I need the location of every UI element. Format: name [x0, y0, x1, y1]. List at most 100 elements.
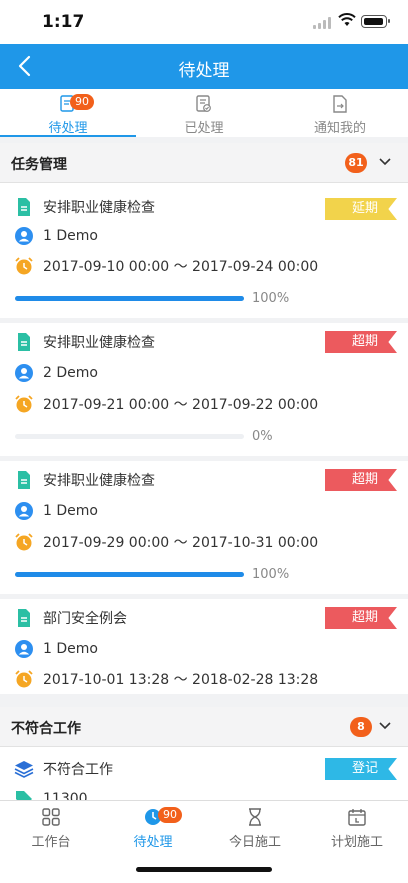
- document-icon: [18, 333, 30, 351]
- status-bar: 1:17: [0, 0, 408, 44]
- hourglass-icon: [249, 808, 261, 826]
- bottom-tab-label: 工作台: [31, 835, 71, 850]
- nonconform-title: 不符合工作: [43, 762, 113, 778]
- status-tag-label: 超期: [351, 610, 378, 625]
- calendar-icon: [348, 809, 366, 826]
- task-title: 部门安全例会: [43, 611, 127, 627]
- nonconform-title-row: 不符合工作: [14, 758, 113, 780]
- nonconform-code-row: 11300: [14, 788, 88, 800]
- bottom-tab-planned-construction[interactable]: 计划施工: [306, 801, 408, 859]
- tab-pending[interactable]: 90 待处理: [0, 89, 136, 137]
- task-time-range: 2017-09-29 00:00 ～ 2017-10-31 00:00: [43, 535, 319, 551]
- progress-bar: [15, 296, 244, 301]
- user-icon: [15, 640, 33, 658]
- alarm-clock-icon: [15, 395, 33, 413]
- nonconform-card[interactable]: 不符合工作 登记 11300: [0, 748, 408, 800]
- task-card[interactable]: 安排职业健康检查 超期 1 Demo 2017-09-29 00:00 ～ 20…: [0, 461, 408, 594]
- tab-label: 通知我的: [313, 121, 366, 136]
- user-icon: [15, 364, 33, 382]
- tab-label: 待处理: [48, 121, 88, 136]
- status-tag: 超期: [325, 331, 397, 353]
- task-assignee-row: 2 Demo: [14, 362, 98, 384]
- progress-fill: [15, 296, 244, 301]
- task-card[interactable]: 安排职业健康检查 超期 2 Demo 2017-09-21 00:00 ～ 20…: [0, 323, 408, 456]
- tag-icon: [16, 791, 32, 800]
- bottom-tab-label: 待处理: [133, 835, 173, 850]
- status-tag-label: 登记: [351, 761, 378, 776]
- task-assignee-row: 1 Demo: [14, 638, 98, 660]
- user-icon: [15, 227, 33, 245]
- progress-label: 100%: [252, 567, 290, 582]
- chevron-down-icon[interactable]: [378, 721, 392, 731]
- home-indicator: [136, 867, 272, 872]
- progress-label: 0%: [252, 429, 273, 444]
- task-assignee: 1 Demo: [43, 503, 98, 519]
- document-check-icon: [196, 95, 211, 112]
- task-card[interactable]: 安排职业健康检查 延期 1 Demo 2017-09-10 00:00 ～ 20…: [0, 184, 408, 318]
- status-tag: 超期: [325, 469, 397, 491]
- divider: [0, 694, 408, 707]
- bottom-tab-badge: 90: [158, 807, 182, 823]
- task-time-range: 2017-10-01 13:28 ～ 2018-02-28 13:28: [43, 672, 319, 688]
- alarm-clock-icon: [15, 533, 33, 551]
- progress-bar: [15, 434, 244, 439]
- tab-label: 已处理: [184, 121, 224, 136]
- section-title: 任务管理: [11, 157, 67, 173]
- page-title: 待处理: [178, 61, 230, 81]
- task-time-range: 2017-09-10 00:00 ～ 2017-09-24 00:00: [43, 259, 319, 275]
- status-tag: 超期: [325, 607, 397, 629]
- layers-icon: [14, 761, 34, 778]
- task-time-row: 2017-10-01 13:28 ～ 2018-02-28 13:28: [14, 668, 318, 690]
- task-assignee: 1 Demo: [43, 228, 98, 244]
- task-assignee-row: 1 Demo: [14, 500, 98, 522]
- section-header-nonconform[interactable]: 不符合工作 8: [0, 707, 408, 747]
- user-icon: [15, 502, 33, 520]
- bottom-tab-label: 计划施工: [330, 835, 383, 850]
- task-title-row: 安排职业健康检查: [14, 196, 155, 218]
- task-time-row: 2017-09-10 00:00 ～ 2017-09-24 00:00: [14, 255, 318, 277]
- task-title-row: 安排职业健康检查: [14, 331, 155, 353]
- tab-processed[interactable]: 已处理: [136, 89, 272, 137]
- bottom-tab-today-construction[interactable]: 今日施工: [204, 801, 306, 859]
- section-count-badge: 81: [345, 153, 367, 173]
- status-tag: 登记: [325, 758, 397, 780]
- nav-bar: 待处理: [0, 44, 408, 89]
- status-tag-label: 超期: [351, 334, 378, 349]
- section-header-task-mgmt[interactable]: 任务管理 81: [0, 143, 408, 183]
- progress-fill: [15, 572, 244, 577]
- task-time-range: 2017-09-21 00:00 ～ 2017-09-22 00:00: [43, 397, 319, 413]
- progress-bar: [15, 572, 244, 577]
- top-tabs: 90 待处理 已处理 通知我的: [0, 89, 408, 137]
- task-title-row: 安排职业健康检查: [14, 469, 155, 491]
- wifi-icon: [338, 13, 356, 26]
- task-assignee: 2 Demo: [43, 365, 98, 381]
- section-title: 不符合工作: [11, 721, 81, 737]
- bottom-tab-label: 今日施工: [228, 835, 281, 850]
- task-assignee: 1 Demo: [43, 641, 98, 657]
- task-title: 安排职业健康检查: [43, 473, 155, 489]
- chevron-down-icon[interactable]: [378, 157, 392, 167]
- task-time-row: 2017-09-21 00:00 ～ 2017-09-22 00:00: [14, 393, 318, 415]
- section-count-badge: 8: [350, 717, 372, 737]
- document-share-icon: [333, 95, 347, 113]
- document-icon: [18, 198, 30, 216]
- task-card[interactable]: 部门安全例会 超期 1 Demo 2017-10-01 13:28 ～ 2018…: [0, 599, 408, 694]
- bottom-tab-pending[interactable]: 90 待处理: [102, 801, 204, 859]
- task-title-row: 部门安全例会: [14, 607, 127, 629]
- task-title: 安排职业健康检查: [43, 200, 155, 216]
- task-title: 安排职业健康检查: [43, 335, 155, 351]
- alarm-clock-icon: [15, 670, 33, 688]
- grid-icon: [42, 808, 60, 826]
- nonconform-code: 11300: [43, 791, 88, 800]
- status-tag: 延期: [325, 198, 397, 220]
- battery-icon: [361, 15, 390, 28]
- status-time: 1:17: [42, 12, 85, 32]
- tab-badge: 90: [70, 94, 94, 110]
- status-tag-label: 延期: [351, 201, 378, 216]
- tab-notify-me[interactable]: 通知我的: [272, 89, 408, 137]
- task-time-row: 2017-09-29 00:00 ～ 2017-10-31 00:00: [14, 531, 318, 553]
- document-icon: [18, 471, 30, 489]
- bottom-tab-workbench[interactable]: 工作台: [0, 801, 102, 859]
- progress-label: 100%: [252, 291, 290, 306]
- task-assignee-row: 1 Demo: [14, 225, 98, 247]
